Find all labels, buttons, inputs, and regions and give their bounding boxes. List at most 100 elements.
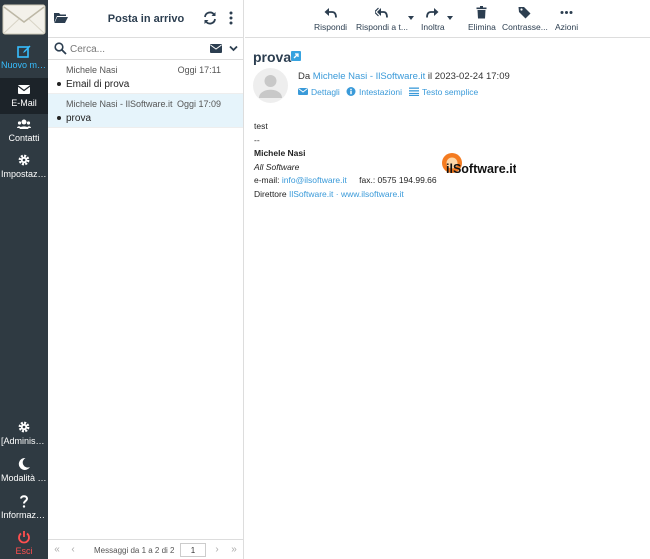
sender-link[interactable]: Michele Nasi - IlSoftware.it xyxy=(313,71,425,82)
nav-email-label: E-Mail xyxy=(11,98,37,108)
first-page-icon[interactable]: « xyxy=(52,544,62,555)
headers-link[interactable]: Intestazioni xyxy=(346,87,402,97)
message-view: Rispondi Rispondi a t... Inoltra Elimina… xyxy=(245,0,650,559)
ilsoftware-logo[interactable]: ilSoftware.it xyxy=(441,152,516,176)
nav-email[interactable]: E-Mail xyxy=(0,78,48,114)
message-subject: Email di prova xyxy=(66,79,130,90)
reply-all-button[interactable]: Rispondi a t... xyxy=(356,6,408,32)
delete-button[interactable]: Elimina xyxy=(468,6,496,32)
message-content: prova Da Michele Nasi - IlSoftware.it il… xyxy=(245,38,650,103)
moon-icon xyxy=(18,457,30,470)
chevron-down-icon[interactable] xyxy=(229,45,238,52)
reply-icon xyxy=(324,8,337,18)
message-row[interactable]: Michele Nasi - IlSoftware.it Oggi 17:09 … xyxy=(48,94,243,128)
nav-compose-label: Nuovo mes... xyxy=(1,60,48,70)
question-icon xyxy=(20,495,29,508)
logo-wordmark: ilSoftware.it xyxy=(446,162,516,176)
reply-all-icon xyxy=(375,7,389,18)
message-subject-title: prova xyxy=(253,49,292,65)
plain-text-link[interactable]: Testo semplice xyxy=(409,87,478,97)
nav-dark-mode-label: Modalità sc... xyxy=(1,473,48,483)
signature-contacts: e-mail: info@ilsoftware.it fax.: 0575 19… xyxy=(254,174,634,188)
nav-contacts[interactable]: Contatti xyxy=(0,117,48,144)
forward-dropdown-icon[interactable] xyxy=(447,16,453,20)
search-icon[interactable] xyxy=(54,42,67,55)
compose-icon xyxy=(17,45,31,58)
director-link-site[interactable]: IlSoftware.it xyxy=(289,189,333,199)
page-number-input[interactable] xyxy=(180,543,206,557)
email-label: e-mail: xyxy=(254,175,280,185)
details-link[interactable]: Dettagli xyxy=(298,87,340,97)
open-external-icon[interactable] xyxy=(291,51,301,61)
forward-label: Inoltra xyxy=(421,22,445,32)
contacts-icon xyxy=(17,119,31,129)
body-text: test xyxy=(254,121,268,131)
nav-administration[interactable]: [Administra... xyxy=(0,420,48,447)
toolbar: Rispondi Rispondi a t... Inoltra Elimina… xyxy=(245,0,650,38)
text-lines-icon xyxy=(409,87,419,96)
more-actions-label: Azioni xyxy=(555,22,579,32)
next-page-icon[interactable]: › xyxy=(212,544,222,555)
app-navigation: Nuovo mes... E-Mail Contatti Impostazion… xyxy=(0,0,48,559)
plain-text-label: Testo semplice xyxy=(422,87,479,97)
signature-separator: -- xyxy=(254,134,260,145)
sender-avatar xyxy=(253,68,288,103)
prev-page-icon[interactable]: ‹ xyxy=(68,544,78,555)
delete-label: Elimina xyxy=(468,22,496,32)
unread-indicator xyxy=(57,82,61,86)
message-list-panel: Posta in arrivo Michele Nasi Oggi 17:11 xyxy=(48,0,244,559)
gear-icon xyxy=(18,154,30,166)
more-actions-button[interactable]: Azioni xyxy=(555,6,578,32)
message-sender: Michele Nasi - IlSoftware.it xyxy=(66,99,173,109)
gear-icon xyxy=(18,421,30,433)
reply-all-label: Rispondi a t... xyxy=(356,22,408,32)
reply-all-dropdown-icon[interactable] xyxy=(408,16,414,20)
message-date: Oggi 17:11 xyxy=(177,65,221,75)
power-icon xyxy=(18,531,30,544)
message-count: Messaggi da 1 a 2 di 2 xyxy=(94,546,175,555)
message-subject: prova xyxy=(66,113,92,124)
message-row[interactable]: Michele Nasi Oggi 17:11 Email di prova xyxy=(48,60,243,94)
refresh-icon[interactable] xyxy=(203,11,217,25)
director-link-www[interactable]: www.ilsoftware.it xyxy=(341,189,404,199)
director-separator: · xyxy=(335,188,339,199)
details-label: Dettagli xyxy=(311,87,340,97)
more-icon xyxy=(560,11,573,14)
kebab-menu-icon[interactable] xyxy=(228,11,234,25)
message-header-from: Da Michele Nasi - IlSoftware.it il 2023-… xyxy=(298,71,510,82)
nav-logout[interactable]: Esci xyxy=(0,530,48,557)
nav-logout-label: Esci xyxy=(15,546,33,556)
search-input[interactable] xyxy=(70,41,200,57)
reply-button[interactable]: Rispondi xyxy=(314,6,347,32)
envelope-icon xyxy=(17,85,31,94)
message-sender: Michele Nasi xyxy=(66,65,118,75)
info-icon xyxy=(346,87,356,96)
email-link[interactable]: info@ilsoftware.it xyxy=(282,175,347,185)
list-header: Posta in arrivo xyxy=(48,0,243,38)
forward-icon xyxy=(426,8,439,18)
forward-button[interactable]: Inoltra xyxy=(421,6,445,32)
mark-button[interactable]: Contrasse... xyxy=(502,6,548,32)
nav-administration-label: [Administra... xyxy=(1,436,48,446)
mark-label: Contrasse... xyxy=(502,22,548,32)
from-prefix: Da xyxy=(298,71,311,82)
message-body: test -- Michele Nasi All Software e-mail… xyxy=(254,120,634,201)
director-label: Direttore xyxy=(254,188,287,199)
last-page-icon[interactable]: » xyxy=(229,544,239,555)
avatar-placeholder-icon xyxy=(259,75,282,98)
mail-logo-icon[interactable] xyxy=(2,3,46,36)
nav-dark-mode[interactable]: Modalità sc... xyxy=(0,457,48,484)
nav-compose[interactable]: Nuovo mes... xyxy=(0,44,48,71)
headers-label: Intestazioni xyxy=(359,87,402,97)
fax-text: fax.: 0575 194.99.66 xyxy=(359,175,437,185)
pagination: « ‹ Messaggi da 1 a 2 di 2 › » xyxy=(48,539,244,559)
nav-about[interactable]: Informazioni xyxy=(0,494,48,521)
reply-label: Rispondi xyxy=(314,22,348,32)
envelope-icon xyxy=(298,88,308,95)
envelope-filter-icon[interactable] xyxy=(210,44,222,53)
trash-icon xyxy=(476,6,487,19)
message-date-text: il 2023-02-24 17:09 xyxy=(427,71,510,82)
nav-settings-label: Impostazioni xyxy=(1,169,48,179)
signature-director: Direttore IlSoftware.it · www.ilsoftware… xyxy=(254,188,634,202)
nav-settings[interactable]: Impostazioni xyxy=(0,153,48,180)
